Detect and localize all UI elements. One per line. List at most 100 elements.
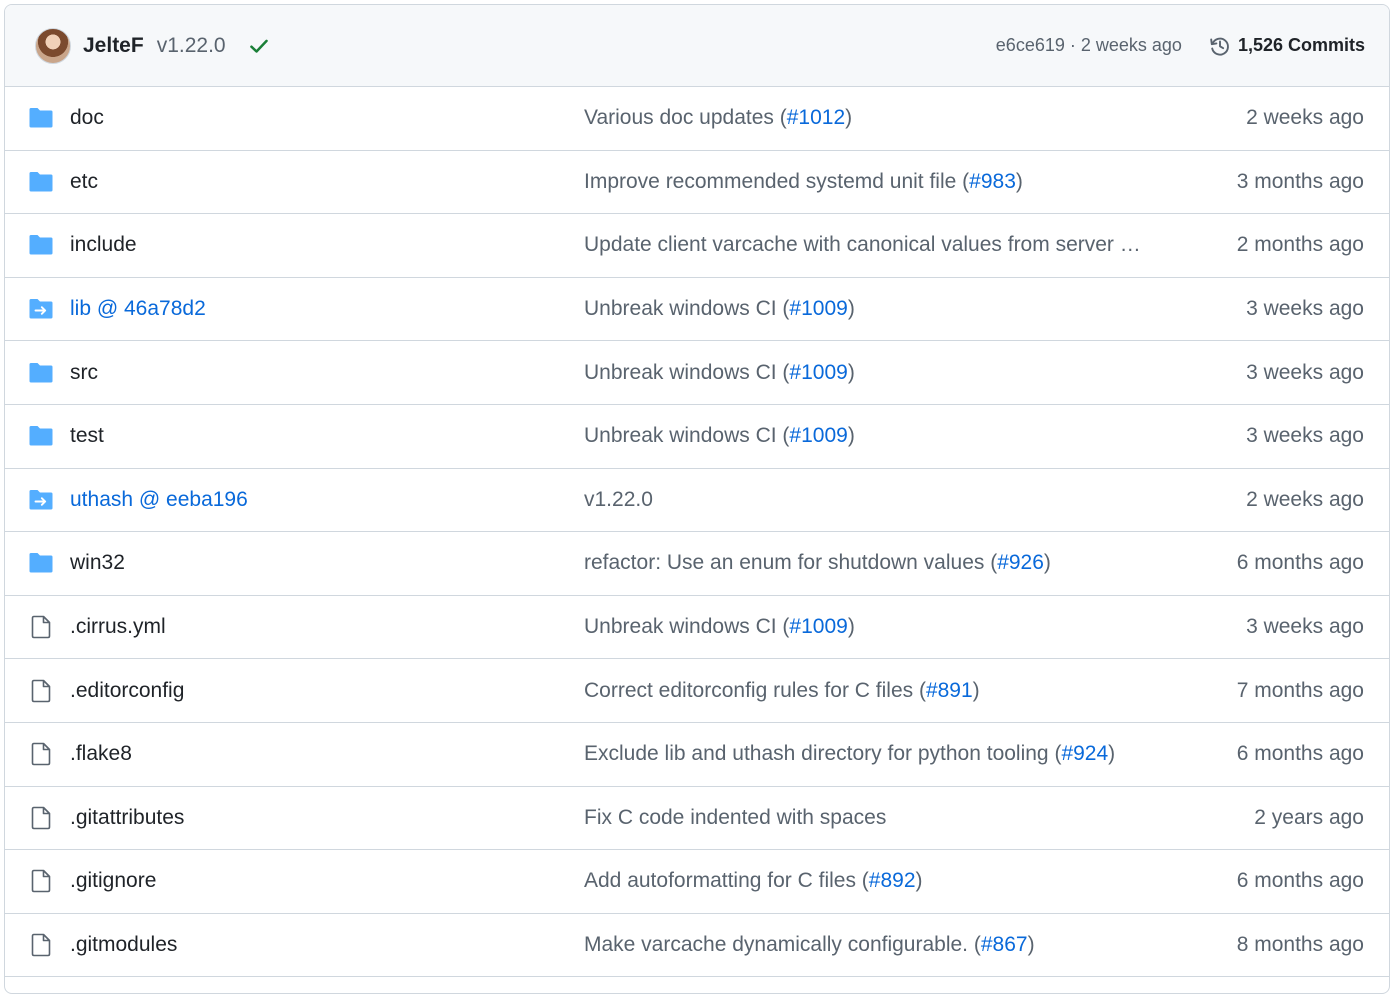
commit-time[interactable]: 2 years ago — [1254, 806, 1364, 830]
file-name-link[interactable]: uthash @ eeba196 — [70, 488, 248, 512]
commit-message: v1.22.0 — [584, 488, 1184, 512]
commit-message: Unbreak windows CI (#1009) — [584, 424, 1184, 448]
commit-time[interactable]: 6 months ago — [1237, 742, 1364, 766]
commit-message: Update client varcache with canonical va… — [584, 233, 1184, 257]
file-row[interactable]: .gitignore Add autoformatting for C files… — [5, 850, 1389, 914]
commit-message-text[interactable]: Unbreak windows CI ( — [584, 615, 789, 638]
file-name-link[interactable]: test — [70, 424, 104, 448]
commit-time[interactable]: 2 weeks ago — [1246, 106, 1364, 130]
pull-request-link[interactable]: #1009 — [789, 361, 847, 384]
file-name-link[interactable]: etc — [70, 170, 98, 194]
commit-message-end: ) — [845, 106, 853, 130]
pull-request-link[interactable]: #924 — [1061, 742, 1108, 765]
commit-message: Fix C code indented with spaces — [584, 806, 1184, 830]
file-icon — [31, 615, 51, 639]
commit-time[interactable]: 7 months ago — [1237, 679, 1364, 703]
release-tag[interactable]: v1.22.0 — [157, 34, 226, 58]
commit-message-text[interactable]: Exclude lib and uthash directory for pyt… — [584, 742, 1061, 765]
folder-icon — [29, 108, 53, 128]
commit-message-end: ) — [915, 869, 923, 893]
file-row[interactable]: uthash @ eeba196 v1.22.0 2 weeks ago — [5, 469, 1389, 533]
file-row[interactable]: lib @ 46a78d2 Unbreak windows CI (#1009) 3… — [5, 278, 1389, 342]
commit-message-text[interactable]: Unbreak windows CI ( — [584, 361, 789, 384]
file-name-link[interactable]: doc — [70, 106, 104, 130]
file-row[interactable]: doc Various doc updates (#1012) 2 weeks ag… — [5, 87, 1389, 151]
commit-message-text[interactable]: Various doc updates ( — [584, 106, 787, 129]
avatar[interactable] — [35, 27, 71, 64]
commit-sha-time[interactable]: e6ce619 · 2 weeks ago — [996, 35, 1182, 56]
commit-message-text[interactable]: Update client varcache with canonical va… — [584, 233, 1141, 256]
file-icon — [31, 870, 51, 893]
commit-time[interactable]: 3 weeks ago — [1246, 424, 1364, 448]
commit-message-text[interactable]: v1.22.0 — [584, 488, 653, 511]
file-row[interactable]: etc Improve recommended systemd unit file… — [5, 151, 1389, 215]
commit-message-end: ) — [1027, 933, 1035, 957]
commit-message: Unbreak windows CI (#1009) — [584, 297, 1184, 321]
file-row[interactable]: .gitmodules Make varcache dynamically con… — [5, 914, 1389, 978]
pull-request-link[interactable]: #1012 — [787, 106, 845, 129]
pull-request-link[interactable]: #926 — [997, 551, 1044, 574]
file-row[interactable]: .gitattributes Fix C code indented with s… — [5, 787, 1389, 851]
pull-request-link[interactable]: #1009 — [789, 615, 847, 638]
commit-time[interactable]: 2 months ago — [1237, 233, 1364, 257]
file-name-link[interactable]: .flake8 — [70, 742, 132, 766]
file-row[interactable]: .flake8 Exclude lib and uthash directory … — [5, 723, 1389, 787]
pull-request-link[interactable]: #892 — [869, 869, 916, 892]
folder-icon — [29, 553, 53, 573]
commit-message: refactor: Use an enum for shutdown value… — [584, 551, 1184, 575]
file-icon — [31, 933, 51, 957]
file-name-link[interactable]: .cirrus.yml — [70, 615, 166, 639]
file-row[interactable]: .cirrus.yml Unbreak windows CI (#1009) 3 w… — [5, 596, 1389, 660]
commit-author[interactable]: JelteF — [83, 34, 144, 58]
file-name-link[interactable]: src — [70, 361, 98, 385]
commit-message-text[interactable]: Unbreak windows CI ( — [584, 297, 789, 320]
commit-message: Improve recommended systemd unit file (#… — [584, 170, 1184, 194]
file-name-link[interactable]: .gitignore — [70, 869, 156, 893]
commit-time[interactable]: 2 weeks ago — [1246, 488, 1364, 512]
commit-time[interactable]: 6 months ago — [1237, 869, 1364, 893]
commits-link[interactable]: 1,526 Commits — [1208, 34, 1365, 58]
file-row[interactable]: .editorconfig Correct editorconfig rules … — [5, 659, 1389, 723]
commit-time[interactable]: 3 weeks ago — [1246, 361, 1364, 385]
file-row[interactable]: test Unbreak windows CI (#1009) 3 weeks ag… — [5, 405, 1389, 469]
commit-message-end: ) — [1108, 742, 1116, 766]
file-icon — [31, 806, 51, 830]
pull-request-link[interactable]: #983 — [969, 170, 1016, 193]
commit-message-text[interactable]: Correct editorconfig rules for C files ( — [584, 679, 926, 702]
folder-icon — [29, 362, 53, 383]
commit-message-text[interactable]: Unbreak windows CI ( — [584, 424, 789, 447]
file-row[interactable]: win32 refactor: Use an enum for shutdown … — [5, 532, 1389, 596]
commit-message-text[interactable]: Add autoformatting for C files ( — [584, 869, 869, 892]
file-name-link[interactable]: .editorconfig — [70, 679, 184, 703]
commit-time[interactable]: 3 weeks ago — [1246, 297, 1364, 321]
commit-message: Unbreak windows CI (#1009) — [584, 615, 1184, 639]
commit-time[interactable]: 8 months ago — [1237, 933, 1364, 957]
pull-request-link[interactable]: #891 — [926, 679, 973, 702]
commit-time[interactable]: 3 weeks ago — [1246, 615, 1364, 639]
file-row[interactable]: include Update client varcache with canon… — [5, 214, 1389, 278]
commit-message-text[interactable]: Improve recommended systemd unit file ( — [584, 170, 969, 193]
pull-request-link[interactable]: #1009 — [789, 424, 847, 447]
commit-message-text[interactable]: Make varcache dynamically configurable. … — [584, 933, 981, 956]
pull-request-link[interactable]: #1009 — [789, 297, 847, 320]
file-row[interactable]: src Unbreak windows CI (#1009) 3 weeks ago — [5, 341, 1389, 405]
file-name-link[interactable]: include — [70, 233, 137, 257]
folder-icon — [29, 171, 53, 192]
pull-request-link[interactable]: #867 — [981, 933, 1028, 956]
commit-message: Unbreak windows CI (#1009) — [584, 361, 1184, 385]
commit-message-text[interactable]: refactor: Use an enum for shutdown value… — [584, 551, 997, 574]
file-name-link[interactable]: lib @ 46a78d2 — [70, 297, 206, 321]
file-name-link[interactable]: .gitmodules — [70, 933, 177, 957]
file-name-link[interactable]: win32 — [70, 551, 125, 575]
commit-message-end: ) — [847, 360, 855, 384]
commit-message-end: ) — [1043, 551, 1051, 575]
submodule-icon — [29, 489, 53, 510]
check-icon[interactable] — [248, 35, 270, 57]
commit-time[interactable]: 6 months ago — [1237, 551, 1364, 575]
submodule-icon — [29, 299, 53, 319]
commit-message: Add autoformatting for C files (#892) — [584, 869, 1184, 893]
commit-message-text[interactable]: Fix C code indented with spaces — [584, 806, 886, 829]
file-name-link[interactable]: .gitattributes — [70, 806, 184, 830]
commit-time[interactable]: 3 months ago — [1237, 170, 1364, 194]
file-list: doc Various doc updates (#1012) 2 weeks ag… — [5, 87, 1389, 978]
